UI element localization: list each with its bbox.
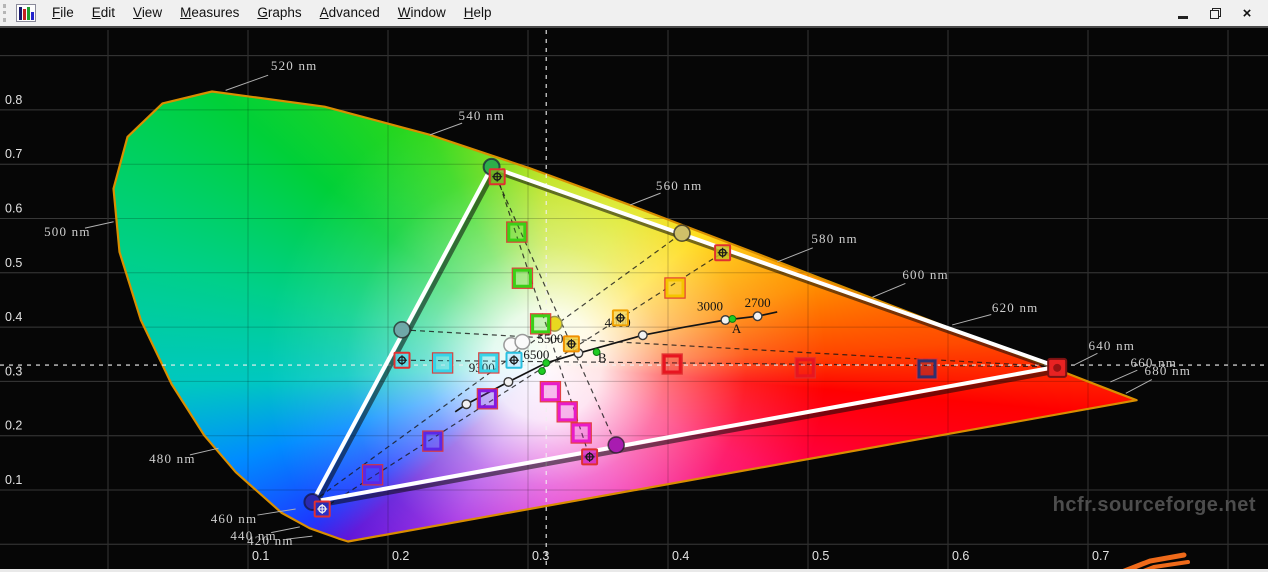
x-tick-label: 0.4: [672, 549, 689, 563]
measurement-square: [512, 268, 532, 288]
menu-item-graphs[interactable]: Graphs: [248, 2, 310, 24]
measurement-square: [917, 359, 937, 379]
y-tick-label: 0.6: [5, 202, 22, 216]
watermark: hcfr.sourceforge.net: [1053, 494, 1256, 516]
y-tick-label: 0.4: [5, 310, 22, 324]
app-logo-icon: [16, 4, 36, 22]
temp-label-3000: 3000: [697, 298, 723, 313]
wavelength-label-480nm: 480 nm: [149, 451, 196, 466]
wavelength-leader: [952, 314, 992, 326]
measurement-square: [363, 465, 383, 485]
wavelength-leader: [225, 74, 269, 91]
measured-white-dot: [728, 315, 737, 323]
measured-white-dot: [538, 367, 546, 375]
measurement-square: [540, 382, 560, 402]
measurement-square: [571, 423, 591, 443]
y-tick-label: 0.7: [5, 147, 22, 161]
temp-label-2700: 2700: [745, 295, 771, 310]
menu-item-help[interactable]: Help: [455, 2, 501, 24]
white-reference-circle: [514, 333, 531, 350]
wavelength-leader: [1073, 352, 1098, 366]
cie-chromaticity-chart[interactable]: 270030004000550065009300AB520 nm540 nm56…: [0, 30, 1268, 572]
wavelength-label-640nm: 640 nm: [1089, 338, 1136, 353]
menu-item-measures[interactable]: Measures: [171, 2, 248, 24]
yellow-measured-circle: [673, 224, 691, 242]
measurement-square: [665, 278, 685, 298]
measurement-square: [795, 358, 815, 378]
wavelength-label-460nm: 460 nm: [211, 511, 258, 526]
wavelength-leader: [257, 508, 296, 516]
menu-item-edit[interactable]: Edit: [83, 2, 124, 24]
y-tick-label: 0.8: [5, 93, 22, 107]
x-tick-label: 0.5: [812, 549, 829, 563]
x-tick-label: 0.3: [532, 549, 549, 563]
measurement-square: [557, 402, 577, 422]
red-primary-marker-dot: [1053, 363, 1062, 372]
measured-white-dot: [542, 359, 551, 367]
measurement-square: [507, 222, 527, 242]
wavelength-label-420nm: 420 nm: [247, 533, 294, 548]
menu-item-window[interactable]: Window: [389, 2, 455, 24]
minimize-button[interactable]: [1170, 3, 1196, 23]
y-tick-label: 0.5: [5, 256, 22, 270]
measurement-square: [477, 389, 497, 409]
y-tick-label: 0.2: [5, 419, 22, 433]
menu-item-file[interactable]: File: [43, 2, 83, 24]
toolbar-grip[interactable]: [3, 4, 11, 22]
magenta-measured-circle: [607, 436, 626, 454]
temperature-point: [637, 330, 648, 341]
wavelength-leader: [429, 122, 463, 136]
temperature-point: [461, 399, 472, 410]
y-tick-label: 0.1: [5, 473, 22, 487]
measurement-square: [479, 353, 499, 373]
wavelength-leader: [872, 282, 906, 298]
cyan-measured-circle: [393, 321, 411, 339]
wavelength-label-680nm: 680 nm: [1145, 363, 1192, 378]
saturation-axis-dashed: [401, 359, 1058, 368]
restore-button[interactable]: [1202, 3, 1228, 23]
wavelength-label-500nm: 500 nm: [44, 224, 91, 239]
hcfr-window: File Edit View Measures Graphs Advanced Window…: [0, 0, 1268, 572]
window-controls: ×: [1170, 3, 1260, 23]
wavelength-label-600nm: 600 nm: [902, 267, 949, 282]
wavelength-label-520nm: 520 nm: [271, 58, 318, 73]
measurement-square: [423, 431, 443, 451]
wavelength-label-580nm: 580 nm: [811, 231, 858, 246]
measurement-square: [433, 353, 453, 373]
wavelength-leader: [630, 192, 661, 206]
menu-bar: File Edit View Measures Graphs Advanced Window…: [0, 0, 1268, 28]
x-tick-label: 0.6: [952, 549, 969, 563]
temperature-point: [720, 315, 731, 326]
measurement-square: [531, 314, 551, 334]
wavelength-label-560nm: 560 nm: [656, 178, 703, 193]
wavelength-label-620nm: 620 nm: [992, 300, 1039, 315]
close-icon: ×: [1242, 4, 1252, 22]
temperature-point: [752, 311, 763, 322]
measurement-square: [662, 354, 682, 374]
menu-item-advanced[interactable]: Advanced: [311, 2, 389, 24]
temperature-point: [503, 376, 514, 387]
close-button[interactable]: ×: [1234, 3, 1260, 23]
chart-overlay: 270030004000550065009300AB520 nm540 nm56…: [0, 30, 1268, 572]
x-tick-label: 0.2: [392, 549, 409, 563]
wavelength-label-540nm: 540 nm: [459, 108, 506, 123]
measured-white-dot: [592, 348, 601, 356]
x-tick-label: 0.7: [1092, 549, 1109, 563]
temp-label-A: A: [732, 321, 742, 336]
x-tick-label: 0.1: [252, 549, 269, 563]
y-tick-label: 0.3: [5, 364, 22, 378]
menu-item-view[interactable]: View: [124, 2, 171, 24]
menu-items: File Edit View Measures Graphs Advanced Window…: [43, 2, 501, 24]
wavelength-leader: [777, 247, 813, 263]
wavelength-leader: [1110, 369, 1138, 383]
